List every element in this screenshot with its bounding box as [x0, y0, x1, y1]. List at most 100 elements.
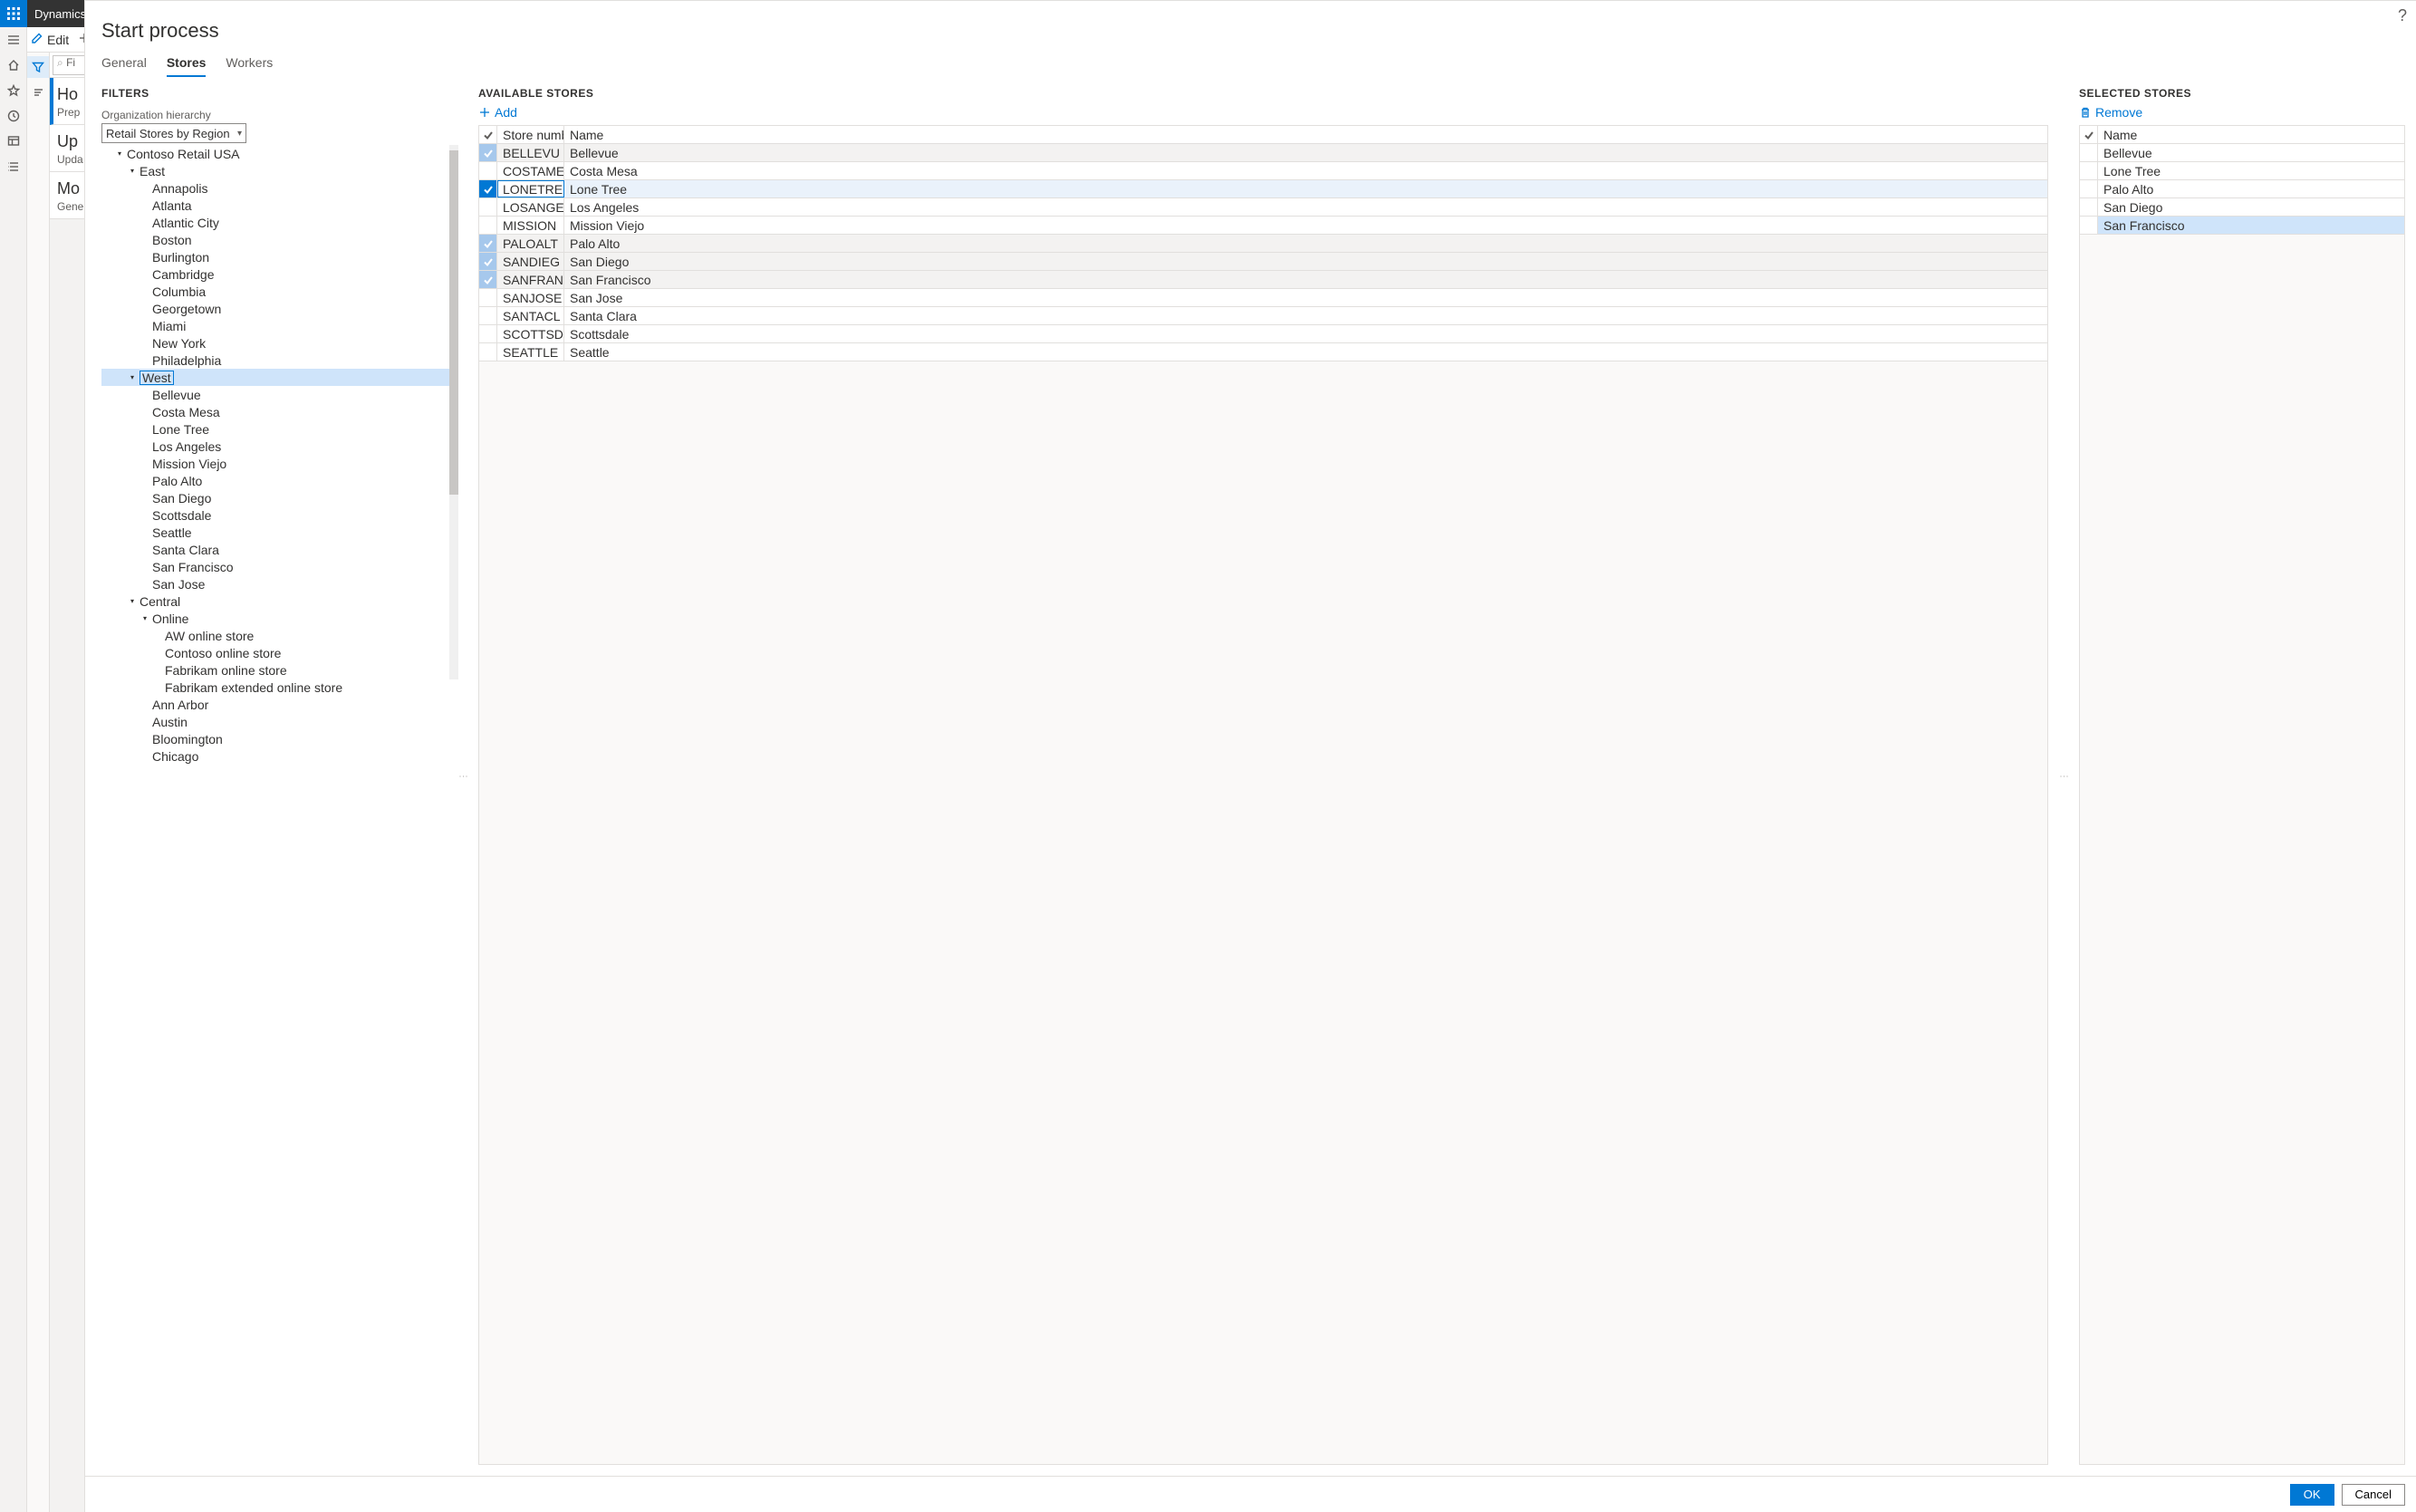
tree-node[interactable]: Georgetown	[101, 300, 455, 317]
expander-icon[interactable]	[140, 562, 150, 573]
home-icon[interactable]	[0, 53, 27, 78]
list-filter-input[interactable]: ⌕ Fi	[53, 55, 85, 75]
tree-node[interactable]: ▾East	[101, 162, 455, 179]
available-store-row[interactable]: MISSIONMission Viejo	[479, 217, 2047, 235]
selected-store-row[interactable]: San Francisco	[2080, 217, 2404, 235]
available-store-row[interactable]: SANDIEGSan Diego	[479, 253, 2047, 271]
selected-store-row[interactable]: Bellevue	[2080, 144, 2404, 162]
tree-node[interactable]: Contoso online store	[101, 644, 455, 661]
row-checkbox[interactable]	[2080, 217, 2098, 234]
expander-icon[interactable]	[140, 717, 150, 727]
expander-icon[interactable]: ▾	[140, 613, 150, 624]
expander-icon[interactable]: ▾	[127, 166, 138, 177]
row-checkbox[interactable]	[2080, 162, 2098, 179]
app-launcher-icon[interactable]	[0, 0, 27, 27]
add-button[interactable]: Add	[478, 105, 2048, 120]
row-checkbox[interactable]	[479, 162, 497, 179]
expander-icon[interactable]: ▾	[127, 596, 138, 607]
tree-node[interactable]: Cambridge	[101, 265, 455, 283]
expander-icon[interactable]	[140, 458, 150, 469]
expander-icon[interactable]	[140, 734, 150, 745]
expander-icon[interactable]	[140, 441, 150, 452]
row-checkbox[interactable]	[479, 271, 497, 288]
tab-stores[interactable]: Stores	[167, 55, 207, 77]
expander-icon[interactable]	[140, 390, 150, 400]
tree-node[interactable]: Philadelphia	[101, 352, 455, 369]
sort-icon[interactable]	[27, 82, 49, 103]
expander-icon[interactable]	[140, 355, 150, 366]
record-card[interactable]: HoPrep	[50, 78, 85, 125]
tree-node[interactable]: San Jose	[101, 575, 455, 592]
tree-node[interactable]: Boston	[101, 231, 455, 248]
expander-icon[interactable]	[140, 424, 150, 435]
select-all-checkbox[interactable]	[479, 126, 497, 143]
filter-icon[interactable]	[27, 56, 49, 78]
available-store-row[interactable]: LONETRELone Tree	[479, 180, 2047, 198]
tree-node[interactable]: Bloomington	[101, 730, 455, 747]
expander-icon[interactable]	[140, 338, 150, 349]
tree-node[interactable]: Ann Arbor	[101, 696, 455, 713]
record-card[interactable]: UpUpda	[50, 125, 85, 172]
tree-node[interactable]: Fabrikam online store	[101, 661, 455, 679]
expander-icon[interactable]	[140, 579, 150, 590]
expander-icon[interactable]	[140, 321, 150, 332]
tree-node[interactable]: ▾Contoso Retail USA	[101, 145, 455, 162]
available-store-row[interactable]: SANTACLSanta Clara	[479, 307, 2047, 325]
expander-icon[interactable]	[140, 252, 150, 263]
row-checkbox[interactable]	[479, 289, 497, 306]
row-checkbox[interactable]	[2080, 180, 2098, 197]
tree-node[interactable]: Palo Alto	[101, 472, 455, 489]
tree-node[interactable]: Atlanta	[101, 197, 455, 214]
expander-icon[interactable]	[140, 699, 150, 710]
expander-icon[interactable]	[140, 751, 150, 762]
available-store-row[interactable]: SANJOSESan Jose	[479, 289, 2047, 307]
tree-node[interactable]: San Diego	[101, 489, 455, 506]
tree-node[interactable]: Burlington	[101, 248, 455, 265]
row-checkbox[interactable]	[479, 144, 497, 161]
row-checkbox[interactable]	[479, 217, 497, 234]
available-store-row[interactable]: SANFRANCISSan Francisco	[479, 271, 2047, 289]
expander-icon[interactable]	[152, 665, 163, 676]
tab-general[interactable]: General	[101, 55, 147, 77]
expander-icon[interactable]	[140, 527, 150, 538]
available-store-row[interactable]: SEATTLESeattle	[479, 343, 2047, 361]
splitter-handle[interactable]: ⋮	[2059, 78, 2068, 1476]
list-icon[interactable]	[0, 154, 27, 179]
tree-scrollbar[interactable]	[449, 145, 458, 679]
tree-node[interactable]: Chicago	[101, 747, 455, 765]
tree-node[interactable]: ▾Online	[101, 610, 455, 627]
row-checkbox[interactable]	[479, 198, 497, 216]
col-store-number[interactable]: Store number	[497, 126, 564, 143]
row-checkbox[interactable]	[479, 343, 497, 361]
row-checkbox[interactable]	[2080, 198, 2098, 216]
expander-icon[interactable]	[140, 544, 150, 555]
tree-node[interactable]: Annapolis	[101, 179, 455, 197]
selected-store-row[interactable]: San Diego	[2080, 198, 2404, 217]
expander-icon[interactable]	[152, 631, 163, 641]
col-name[interactable]: Name	[564, 126, 2047, 143]
edit-icon[interactable]	[31, 32, 43, 47]
expander-icon[interactable]	[140, 303, 150, 314]
scrollbar-thumb[interactable]	[449, 150, 458, 495]
expander-icon[interactable]	[140, 269, 150, 280]
row-checkbox[interactable]	[479, 180, 497, 197]
row-checkbox[interactable]	[479, 307, 497, 324]
tree-node[interactable]: Atlantic City	[101, 214, 455, 231]
row-checkbox[interactable]	[479, 235, 497, 252]
star-icon[interactable]	[0, 78, 27, 103]
expander-icon[interactable]	[152, 682, 163, 693]
tree-node[interactable]: Lone Tree	[101, 420, 455, 438]
available-store-row[interactable]: BELLEVUBellevue	[479, 144, 2047, 162]
hamburger-icon[interactable]	[0, 27, 27, 53]
expander-icon[interactable]	[152, 648, 163, 659]
tree-node[interactable]: Miami	[101, 317, 455, 334]
tree-node[interactable]: New York	[101, 334, 455, 352]
tab-workers[interactable]: Workers	[226, 55, 273, 77]
tree-node[interactable]: ▾West	[101, 369, 455, 386]
expander-icon[interactable]	[140, 217, 150, 228]
tree-node[interactable]: ▾Central	[101, 592, 455, 610]
expander-icon[interactable]: ▾	[127, 372, 138, 383]
expander-icon[interactable]	[140, 183, 150, 194]
help-icon[interactable]: ?	[2398, 6, 2407, 25]
expander-icon[interactable]	[140, 510, 150, 521]
